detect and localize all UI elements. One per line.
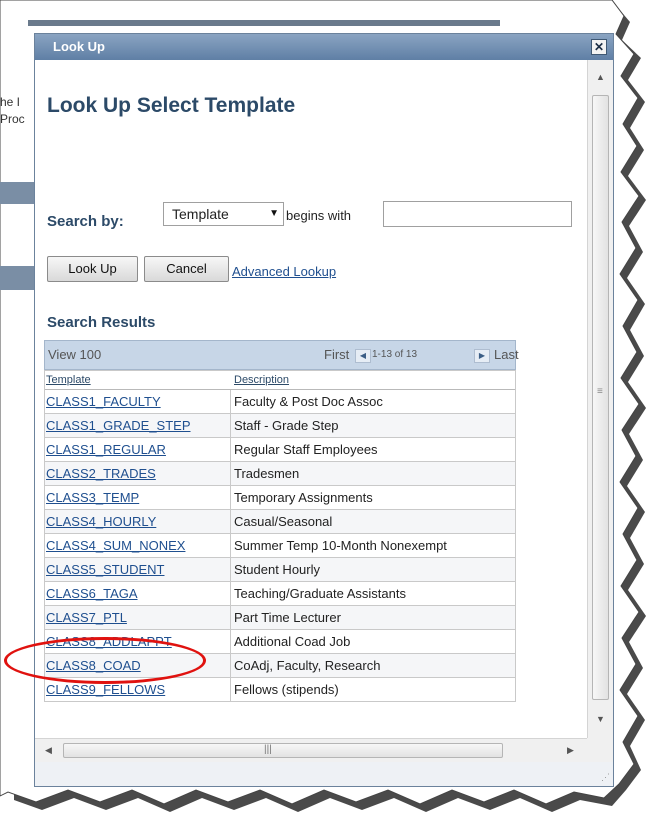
description-cell: Regular Staff Employees <box>234 442 378 457</box>
lookup-button[interactable]: Look Up <box>47 256 138 282</box>
table-row: CLASS4_HOURLY Casual/Seasonal <box>44 510 516 534</box>
close-icon[interactable]: ✕ <box>591 39 607 55</box>
template-link[interactable]: CLASS1_FACULTY <box>46 394 161 409</box>
description-cell: Faculty & Post Doc Assoc <box>234 394 383 409</box>
grip-icon: ≡ <box>597 386 603 397</box>
template-link[interactable]: CLASS1_REGULAR <box>46 442 166 457</box>
scroll-left-icon[interactable]: ◀ <box>45 745 52 756</box>
background-text-fragment: Proc <box>0 112 25 126</box>
background-band <box>0 266 34 290</box>
background-text-fragment: he I <box>0 95 21 109</box>
background-page-bar <box>28 20 500 26</box>
table-row: CLASS5_STUDENT Student Hourly <box>44 558 516 582</box>
description-cell: Casual/Seasonal <box>234 514 333 529</box>
template-link[interactable]: CLASS7_PTL <box>46 610 127 625</box>
row-count: 1-13 of 13 <box>372 349 418 360</box>
operator-label: begins with <box>286 208 352 223</box>
highlight-annotation-circle <box>4 637 206 684</box>
background-band <box>0 182 34 204</box>
dialog-statusbar: ⋰ <box>35 762 613 786</box>
results-nav-bar: View 100 First ◀ 1-13 of 13 ▶ Last <box>44 340 519 370</box>
description-cell: Summer Temp 10-Month Nonexempt <box>234 538 447 553</box>
template-link[interactable]: CLASS5_STUDENT <box>46 562 164 577</box>
grid-header: Template Description <box>44 370 516 390</box>
vertical-scroll-thumb[interactable]: ≡ <box>592 95 609 700</box>
description-cell: Additional Coad Job <box>234 634 351 649</box>
grip-icon: ||| <box>264 744 272 755</box>
template-link[interactable]: CLASS4_SUM_NONEX <box>46 538 185 553</box>
description-cell: Part Time Lecturer <box>234 610 341 625</box>
scroll-down-icon[interactable]: ▼ <box>596 714 605 724</box>
page-title: Look Up Select Template <box>47 94 296 117</box>
dropdown-arrow-icon: ▼ <box>269 208 279 219</box>
table-row: CLASS7_PTL Part Time Lecturer <box>44 606 516 630</box>
prev-arrow-icon[interactable]: ◀ <box>355 349 371 363</box>
next-arrow-icon[interactable]: ▶ <box>474 349 490 363</box>
dialog-titlebar[interactable]: Look Up ✕ <box>35 34 613 60</box>
horizontal-scroll-thumb[interactable]: ||| <box>63 743 503 758</box>
description-cell: Fellows (stipends) <box>234 682 339 697</box>
search-by-label: Search by: <box>47 213 124 230</box>
scrollbar-corner <box>587 738 613 762</box>
description-cell: CoAdj, Faculty, Research <box>234 658 381 673</box>
advanced-lookup-link[interactable]: Advanced Lookup <box>232 264 336 279</box>
table-row: CLASS3_TEMP Temporary Assignments <box>44 486 516 510</box>
search-field-select[interactable]: Template ▼ <box>163 202 284 226</box>
first-link[interactable]: First <box>324 347 349 362</box>
table-row: CLASS4_SUM_NONEX Summer Temp 10-Month No… <box>44 534 516 558</box>
description-cell: Temporary Assignments <box>234 490 373 505</box>
horizontal-scrollbar[interactable]: ◀ ||| ▶ <box>35 738 587 762</box>
table-row: CLASS1_FACULTY Faculty & Post Doc Assoc <box>44 390 516 414</box>
resize-grip-icon[interactable]: ⋰ <box>601 772 610 783</box>
template-link[interactable]: CLASS9_FELLOWS <box>46 682 165 697</box>
template-link[interactable]: CLASS4_HOURLY <box>46 514 156 529</box>
description-cell: Staff - Grade Step <box>234 418 339 433</box>
table-row: CLASS1_REGULAR Regular Staff Employees <box>44 438 516 462</box>
column-header-description[interactable]: Description <box>234 374 289 386</box>
description-cell: Student Hourly <box>234 562 320 577</box>
template-link[interactable]: CLASS1_GRADE_STEP <box>46 418 191 433</box>
vertical-scrollbar[interactable]: ▲ ≡ ▼ <box>587 60 613 738</box>
column-header-template[interactable]: Template <box>46 374 91 386</box>
table-row: CLASS1_GRADE_STEP Staff - Grade Step <box>44 414 516 438</box>
last-link[interactable]: Last <box>494 347 519 362</box>
description-cell: Teaching/Graduate Assistants <box>234 586 406 601</box>
template-link[interactable]: CLASS3_TEMP <box>46 490 139 505</box>
description-cell: Tradesmen <box>234 466 300 481</box>
cancel-button[interactable]: Cancel <box>144 256 229 282</box>
search-field-value: Template <box>172 206 229 222</box>
template-link[interactable]: CLASS2_TRADES <box>46 466 156 481</box>
dialog-title: Look Up <box>53 39 105 54</box>
table-row: CLASS2_TRADES Tradesmen <box>44 462 516 486</box>
scroll-up-icon[interactable]: ▲ <box>596 72 605 82</box>
view-all-link[interactable]: View 100 <box>48 347 101 362</box>
template-link[interactable]: CLASS6_TAGA <box>46 586 138 601</box>
search-input[interactable] <box>383 201 572 227</box>
search-results-title: Search Results <box>47 314 156 331</box>
scroll-right-icon[interactable]: ▶ <box>567 745 574 756</box>
table-row: CLASS6_TAGA Teaching/Graduate Assistants <box>44 582 516 606</box>
